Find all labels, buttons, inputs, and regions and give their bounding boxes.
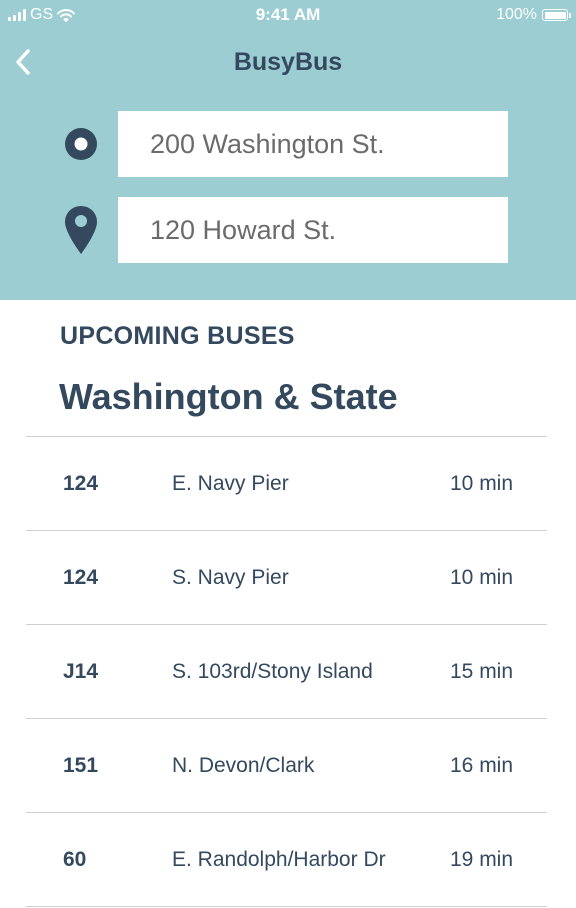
- status-bar: GS 9:41 AM 100%: [0, 0, 576, 32]
- bus-eta: 15 min: [450, 660, 514, 683]
- origin-input[interactable]: [118, 111, 508, 177]
- destination-row: [0, 197, 576, 263]
- bus-route-number: 60: [63, 848, 87, 871]
- bus-eta: 19 min: [450, 848, 514, 871]
- bus-destination: N. Devon/Clark: [172, 754, 315, 777]
- bus-eta: 16 min: [450, 754, 514, 777]
- bus-row[interactable]: 124 E. Navy Pier 10 min: [26, 437, 547, 531]
- bus-route-number: J14: [63, 660, 99, 683]
- bus-destination: E. Randolph/Harbor Dr: [172, 848, 386, 871]
- bus-destination: E. Navy Pier: [172, 472, 289, 495]
- bus-eta: 10 min: [450, 472, 514, 495]
- bus-row[interactable]: 151 N. Devon/Clark 16 min: [26, 719, 547, 813]
- destination-input[interactable]: [118, 197, 508, 263]
- bus-row[interactable]: 60 E. Randolph/Harbor Dr 19 min: [26, 813, 547, 907]
- bus-eta: 10 min: [450, 566, 514, 589]
- origin-row: [0, 111, 576, 177]
- bus-route-number: 151: [63, 754, 99, 777]
- header: GS 9:41 AM 100% BusyBus: [0, 0, 576, 300]
- battery-icon: [542, 9, 571, 21]
- bus-route-number: 124: [63, 472, 99, 495]
- origin-dot-icon: [62, 111, 100, 177]
- app-title: BusyBus: [233, 48, 343, 76]
- bus-route-number: 124: [63, 566, 99, 589]
- stop-name: Washington & State: [59, 376, 398, 417]
- status-time: 9:41 AM: [255, 5, 321, 24]
- bus-row[interactable]: 124 S. Navy Pier 10 min: [26, 531, 547, 625]
- battery-percent: 100%: [496, 6, 537, 23]
- status-right: 100%: [496, 6, 571, 24]
- bus-destination: S. 103rd/Stony Island: [172, 660, 373, 683]
- section-title: UPCOMING BUSES: [60, 322, 295, 350]
- bus-row[interactable]: J14 S. 103rd/Stony Island 15 min: [26, 625, 547, 719]
- map-pin-icon: [62, 197, 100, 263]
- bus-destination: S. Navy Pier: [172, 566, 289, 589]
- bus-list: 124 E. Navy Pier 10 min 124 S. Navy Pier…: [26, 436, 547, 907]
